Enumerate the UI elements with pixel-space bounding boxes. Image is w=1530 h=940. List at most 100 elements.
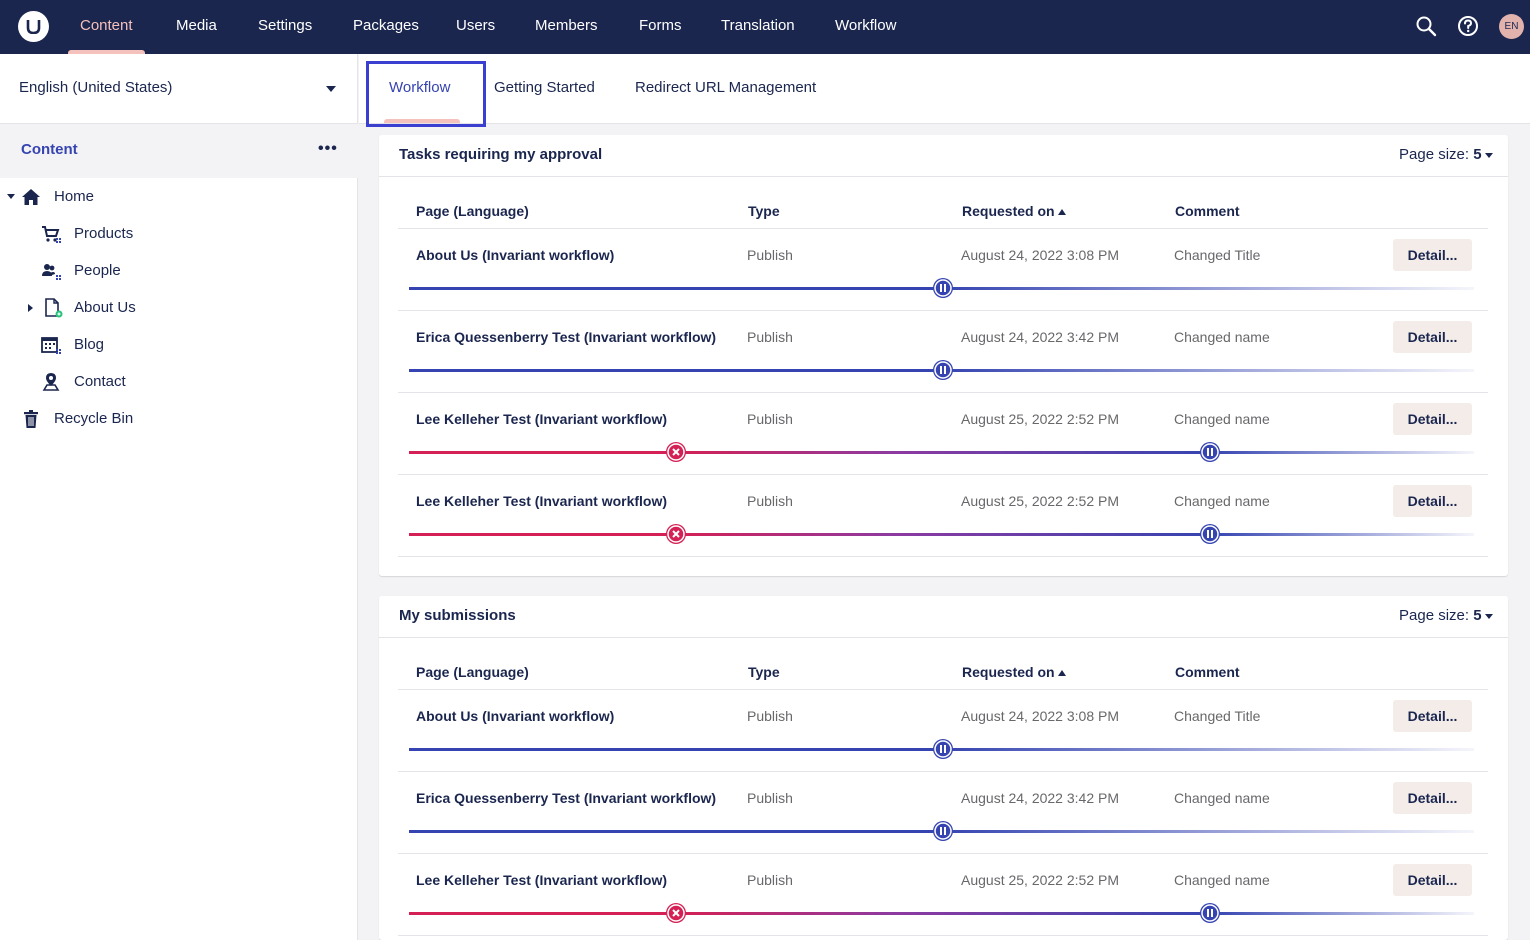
panel-title: Tasks requiring my approval [399,146,603,163]
table-row: Lee Kelleher Test (Invariant workflow) P… [379,475,1508,557]
progress-line [943,369,1474,372]
trash-icon [21,409,41,429]
pending-stage-icon[interactable] [933,278,953,298]
people-icon [41,261,61,281]
cell-page-name[interactable]: Erica Quessenberry Test (Invariant workf… [416,790,716,806]
nav-workflow[interactable]: Workflow [835,0,896,54]
nav-users[interactable]: Users [456,0,495,54]
progress-line [677,451,1211,454]
progress-line [409,748,943,751]
chevron-down-icon [326,86,336,92]
table-row: Lee Kelleher Test (Invariant workflow) P… [379,854,1508,936]
column-header-comment[interactable]: Comment [1175,664,1240,680]
cell-page-name[interactable]: About Us (Invariant workflow) [416,708,614,724]
page-size-label: Page size: [1399,607,1470,624]
document-icon [43,298,63,318]
pending-stage-icon[interactable] [933,739,953,759]
workflow-progress-track [409,360,1474,380]
sort-ascending-icon [1057,209,1066,216]
cell-comment: Changed name [1174,411,1270,427]
detail-button[interactable]: Detail... [1393,700,1472,732]
pending-stage-icon[interactable] [1200,903,1220,923]
page-size-value: 5 [1473,146,1482,163]
rejected-stage-icon[interactable] [666,442,686,462]
dashboard-tabs: Workflow Getting Started Redirect URL Ma… [359,54,1530,127]
page-size-selector[interactable]: Page size: 5 [1399,607,1493,624]
detail-button[interactable]: Detail... [1393,485,1472,517]
detail-button[interactable]: Detail... [1393,864,1472,896]
cell-type: Publish [747,872,793,888]
search-icon[interactable] [1415,15,1437,37]
rejected-stage-icon[interactable] [666,524,686,544]
cell-type: Publish [747,411,793,427]
column-header-page[interactable]: Page (Language) [416,664,529,680]
table-row: Erica Quessenberry Test (Invariant workf… [379,772,1508,854]
cell-page-name[interactable]: Lee Kelleher Test (Invariant workflow) [416,493,667,509]
caret-expanded-icon[interactable] [7,194,15,199]
progress-line [409,287,943,290]
more-options-icon[interactable]: ••• [318,140,338,158]
cell-page-name[interactable]: About Us (Invariant workflow) [416,247,614,263]
my-submissions-panel: My submissions Page size: 5 Page (Langua… [379,596,1508,940]
page-size-label: Page size: [1399,146,1470,163]
panel-title: My submissions [399,607,516,624]
nav-settings[interactable]: Settings [258,0,312,54]
workflow-progress-track [409,278,1474,298]
pending-stage-icon[interactable] [1200,442,1220,462]
table-row: About Us (Invariant workflow) Publish Au… [379,690,1508,772]
tree-item-label: Products [74,225,134,242]
cell-comment: Changed Title [1174,708,1261,724]
cell-page-name[interactable]: Lee Kelleher Test (Invariant workflow) [416,411,667,427]
row-divider [398,556,1488,557]
tree-item-recycle-bin[interactable]: Recycle Bin [0,400,358,437]
detail-button[interactable]: Detail... [1393,321,1472,353]
page-size-selector[interactable]: Page size: 5 [1399,146,1493,163]
cell-page-name[interactable]: Erica Quessenberry Test (Invariant workf… [416,329,716,345]
nav-packages[interactable]: Packages [353,0,419,54]
rejected-stage-icon[interactable] [666,903,686,923]
column-header-page[interactable]: Page (Language) [416,203,529,219]
caret-collapsed-icon[interactable] [28,304,33,312]
nav-content[interactable]: Content [80,0,133,54]
language-dropdown[interactable]: English (United States) [0,54,358,124]
column-header-label: Requested on [962,203,1055,219]
column-header-requested-on[interactable]: Requested on [962,664,1066,680]
tab-redirect-url-management[interactable]: Redirect URL Management [635,79,816,96]
cell-type: Publish [747,247,793,263]
tree-item-blog[interactable]: Blog [0,326,358,363]
progress-line [409,451,677,454]
tree-item-home[interactable]: Home [0,178,358,215]
nav-members[interactable]: Members [535,0,598,54]
nav-forms[interactable]: Forms [639,0,682,54]
detail-button[interactable]: Detail... [1393,782,1472,814]
column-header-requested-on[interactable]: Requested on [962,203,1066,219]
nav-media[interactable]: Media [176,0,217,54]
nav-translation[interactable]: Translation [721,0,795,54]
pending-stage-icon[interactable] [933,360,953,380]
cell-comment: Changed name [1174,493,1270,509]
table-row: Erica Quessenberry Test (Invariant workf… [379,311,1508,393]
user-avatar[interactable]: EN [1499,14,1524,39]
detail-button[interactable]: Detail... [1393,239,1472,271]
column-header-type[interactable]: Type [748,664,780,680]
tree-item-products[interactable]: Products [0,215,358,252]
column-header-type[interactable]: Type [748,203,780,219]
tree-item-about-us[interactable]: About Us [0,289,358,326]
help-icon[interactable] [1457,15,1479,37]
pending-stage-icon[interactable] [1200,524,1220,544]
pending-stage-icon[interactable] [933,821,953,841]
cell-requested-on: August 25, 2022 2:52 PM [961,411,1119,427]
umbraco-logo[interactable] [18,11,49,42]
tab-workflow[interactable]: Workflow [389,79,450,96]
tree-root-title[interactable]: Content [21,141,78,158]
detail-button[interactable]: Detail... [1393,403,1472,435]
column-header-comment[interactable]: Comment [1175,203,1240,219]
tree-item-contact[interactable]: Contact [0,363,358,400]
cell-requested-on: August 24, 2022 3:42 PM [961,329,1119,345]
cell-comment: Changed name [1174,790,1270,806]
tree-item-people[interactable]: People [0,252,358,289]
cell-page-name[interactable]: Lee Kelleher Test (Invariant workflow) [416,872,667,888]
tab-getting-started[interactable]: Getting Started [494,79,595,96]
tree-header: Content ••• [0,124,358,178]
tree-item-label: Home [54,188,95,205]
